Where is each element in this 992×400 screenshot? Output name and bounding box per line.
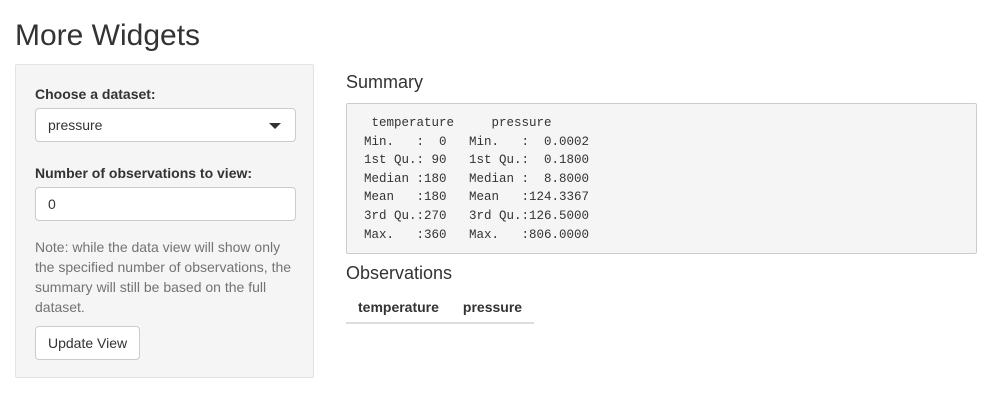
dataset-select-value: pressure [48,117,103,133]
update-view-button[interactable]: Update View [35,326,141,360]
column-header-pressure: pressure [450,293,535,324]
dataset-select[interactable]: pressure [35,108,296,142]
summary-output: temperature pressure Min. : 0 Min. : 0.0… [346,103,977,254]
page-title: More Widgets [15,19,201,52]
note-text: Note: while the data view will show only… [35,239,292,315]
dataset-label: Choose a dataset: [35,86,156,102]
table-header-row: temperature pressure [346,293,535,324]
summary-heading: Summary [346,72,424,92]
chevron-down-icon [269,123,281,129]
obs-label: Number of observations to view: [35,165,253,181]
sidebar-panel: Choose a dataset: pressure Number of obs… [15,64,314,378]
observations-table: temperature pressure [346,293,535,324]
column-header-temperature: temperature [346,293,451,324]
observations-heading: Observations [346,263,453,283]
obs-number-input[interactable] [35,187,296,221]
